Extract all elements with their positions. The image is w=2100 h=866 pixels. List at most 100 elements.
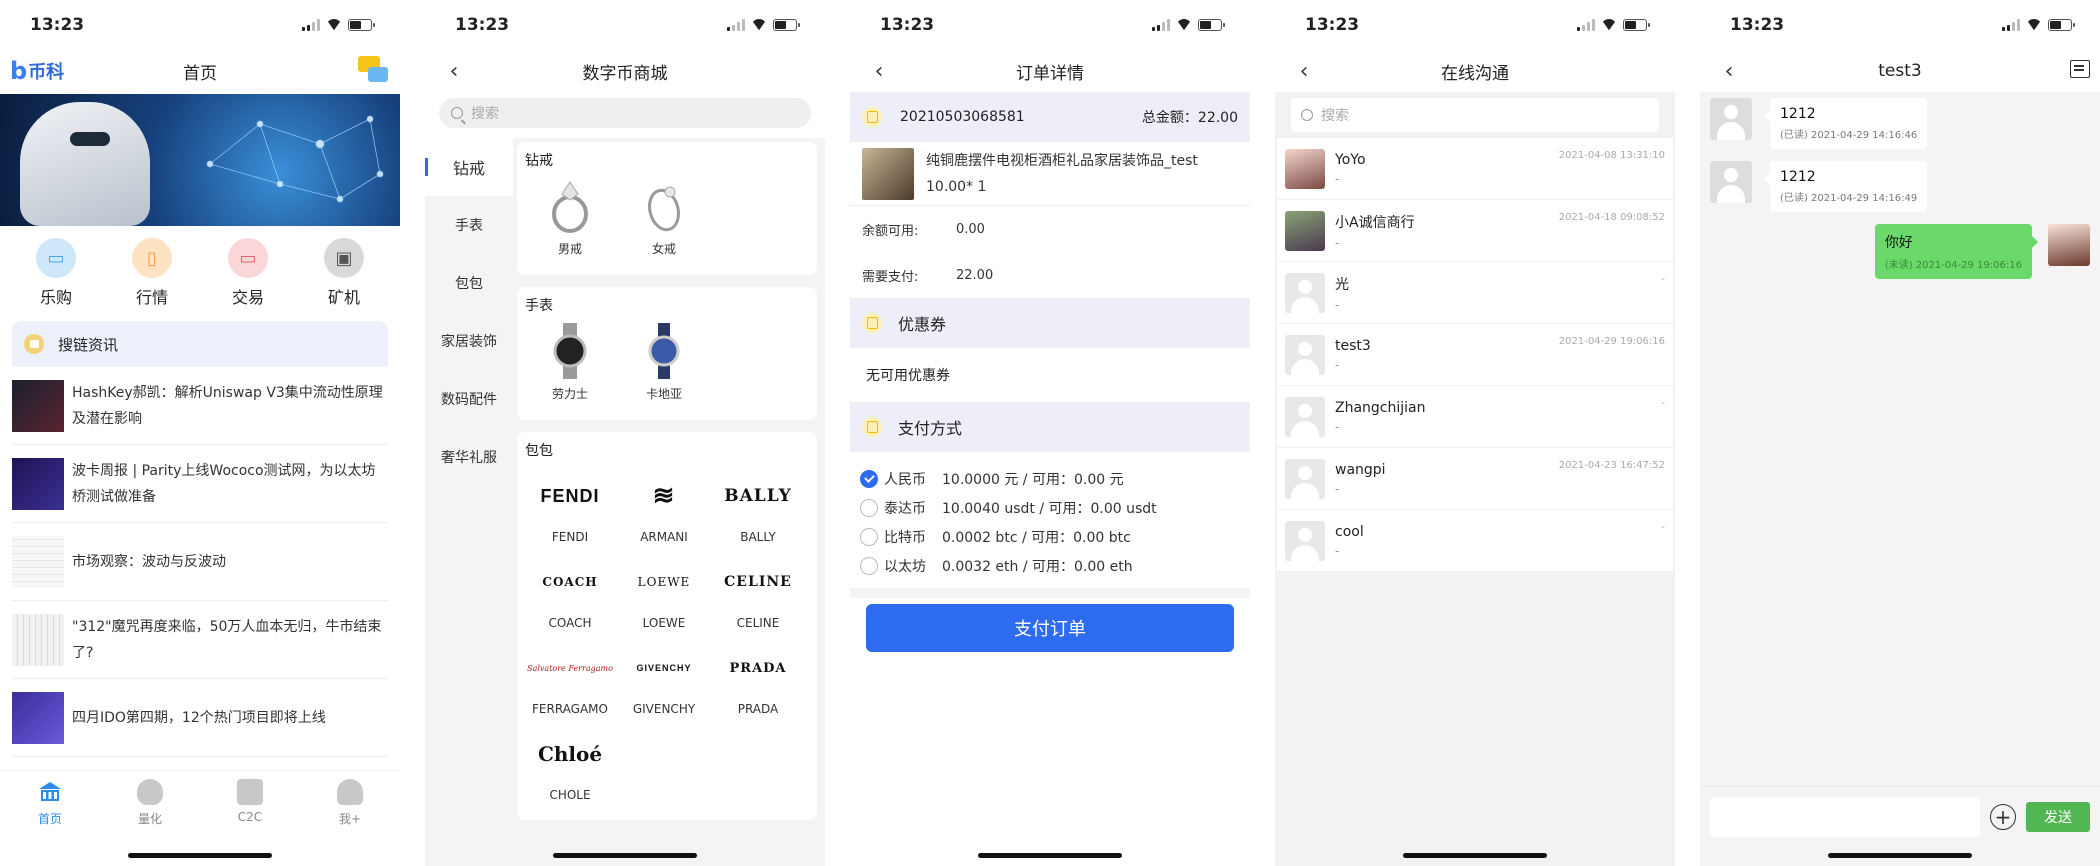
radio-checked[interactable] (860, 469, 878, 488)
product-item[interactable]: 女戒 (617, 176, 711, 257)
payment-options: 人民币 10.0000 元 / 可用：0.00 元 泰达币 10.0040 usdt… (850, 452, 1250, 598)
section-rings: 钻戒 男戒 女戒 (517, 142, 817, 275)
brand-ferragamo[interactable]: Salvatore Ferragamo FERRAGAMO (523, 638, 617, 717)
brand-celine[interactable]: CELINE CELINE (711, 552, 805, 630)
news-item[interactable]: HashKey郝凯：解析Uniswap V3集中流动性原理及潜在影响 (12, 367, 388, 445)
tab-me[interactable]: 我+ (320, 779, 380, 866)
message-icon[interactable] (358, 56, 388, 82)
section-watches: 手表 劳力士 卡地亚 (517, 287, 817, 420)
brand-logo: Chloé (537, 742, 603, 766)
contact-row[interactable]: cool - - (1277, 510, 1673, 572)
page-title: 订单详情 (1016, 63, 1084, 84)
avatar (1285, 520, 1325, 561)
bottom-tab-bar: 首页 量化 C2C 我+ (0, 770, 400, 866)
pay-option-eth[interactable]: 以太坊 0.0032 eth / 可用：0.00 eth (860, 551, 1240, 580)
status-bar: 13:23 (1275, 0, 1675, 50)
status-time: 13:23 (1730, 15, 1785, 35)
message-bubble[interactable]: 1212 (已读) 2021-04-29 14:16:49 (1763, 161, 1928, 212)
product-item[interactable]: 卡地亚 (617, 321, 711, 402)
pay-option-cny[interactable]: 人民币 10.0000 元 / 可用：0.00 元 (860, 464, 1240, 493)
pay-order-button[interactable]: 支付订单 (866, 604, 1234, 652)
brand-chloe[interactable]: Chloé CHOLE (523, 724, 617, 802)
contact-row[interactable]: YoYo -2021-04-08 13:31:10 (1277, 138, 1673, 200)
news-item[interactable]: 波卡周报 | Parity上线Wococo测试网，为以太坊桥测试做准备 (12, 445, 388, 523)
order-number: 20210503068581 (900, 109, 1025, 125)
battery-icon (348, 19, 375, 31)
category-bags[interactable]: 包包 (425, 254, 513, 312)
brand-armani[interactable]: ≋ ARMANI (617, 466, 711, 544)
radio-unchecked[interactable] (860, 556, 878, 575)
contact-row[interactable]: wangpi -2021-04-23 16:47:52 (1277, 448, 1673, 510)
monitor-icon: ▭ (36, 238, 76, 278)
search-input[interactable]: 搜索 (1291, 98, 1659, 132)
category-luxury-dress[interactable]: 奢华礼服 (425, 428, 513, 486)
avatar (1285, 396, 1325, 437)
product-item[interactable]: 劳力士 (523, 321, 617, 402)
brand-loewe[interactable]: LOEWE LOEWE (617, 552, 711, 630)
category-rings[interactable]: 钻戒 (425, 138, 513, 196)
section-title: 钻戒 (525, 153, 553, 169)
news-item[interactable]: "312"魔咒再度来临，50万人血本无归，牛市结束了? (12, 601, 388, 679)
brand-logo: Salvatore Ferragamo (527, 663, 613, 673)
brand-bally[interactable]: BALLY BALLY (711, 466, 805, 544)
category-watches[interactable]: 手表 (425, 196, 513, 254)
pay-option-usdt[interactable]: 泰达币 10.0040 usdt / 可用：0.00 usdt (860, 493, 1240, 522)
back-icon[interactable]: ‹ (1714, 50, 1744, 92)
contact-row[interactable]: 小A诚信商行 -2021-04-18 09:08:52 (1277, 200, 1673, 262)
radio-unchecked[interactable] (860, 498, 878, 517)
search-icon (451, 107, 463, 119)
back-icon[interactable]: ‹ (864, 50, 894, 92)
message-input[interactable] (1710, 797, 1980, 837)
brand-logo: CELINE (724, 574, 792, 590)
news-header: 搜链资讯 (12, 321, 388, 367)
avatar (1285, 334, 1325, 375)
order-product[interactable]: 纯铜鹿摆件电视柜酒柜礼品家居装饰品_test 10.00* 1 (850, 142, 1250, 206)
signal-icon (2002, 19, 2020, 31)
signal-icon (1577, 19, 1595, 31)
category-digital[interactable]: 数码配件 (425, 370, 513, 428)
ring-icon (552, 181, 588, 233)
quick-trade[interactable]: ▭ 交易 (208, 238, 288, 321)
contact-row[interactable]: Zhangchijian - - (1277, 386, 1673, 448)
contact-row[interactable]: 光-- (1277, 262, 1673, 324)
news-item[interactable]: 市场观察：波动与反波动 (12, 523, 388, 601)
product-item[interactable]: 男戒 (523, 176, 617, 257)
home-banner[interactable] (0, 94, 400, 226)
payment-header: 支付方式 (850, 402, 1250, 452)
search-input[interactable]: 搜索 (439, 98, 811, 128)
brand-fendi[interactable]: FENDI FENDI (523, 466, 617, 545)
quick-shop[interactable]: ▭ 乐购 (16, 238, 96, 321)
eagle-logo-icon: ≋ (652, 481, 676, 511)
brand-prada[interactable]: PRADA PRADA (711, 638, 805, 717)
home-screen: 13:23 b 币科 首页 ▭ 乐购 ▯ 行情 ▭ 交易 ▣ 矿机 搜链资讯 H… (0, 0, 400, 866)
back-icon[interactable]: ‹ (1289, 50, 1319, 92)
quick-miner[interactable]: ▣ 矿机 (304, 238, 384, 321)
flame-icon (137, 779, 163, 805)
contact-row[interactable]: test3-2021-04-29 19:06:16 (1277, 324, 1673, 386)
brand-logo: FENDI (540, 485, 600, 506)
category-home-decor[interactable]: 家居装饰 (425, 312, 513, 370)
tab-home[interactable]: 首页 (20, 779, 80, 866)
add-icon[interactable]: + (1990, 804, 2016, 830)
brand-coach[interactable]: COACH COACH (523, 552, 617, 630)
send-button[interactable]: 发送 (2026, 802, 2090, 832)
status-bar: 13:23 (425, 0, 825, 50)
brand-givenchy[interactable]: GIVENCHY GIVENCHY (617, 638, 711, 716)
news-thumbnail (12, 379, 64, 432)
coupon-empty[interactable]: 无可用优惠券 (850, 348, 1250, 402)
news-item[interactable]: 四月IDO第四期，12个热门项目即将上线 (12, 679, 388, 757)
brand-logo: GIVENCHY (636, 663, 692, 673)
news-icon (24, 334, 44, 354)
card-menu-icon[interactable] (2070, 60, 2090, 78)
quick-market[interactable]: ▯ 行情 (112, 238, 192, 321)
message-bubble[interactable]: 1212 (已读) 2021-04-29 14:16:46 (1763, 98, 1928, 149)
message-bubble[interactable]: 你好 (未读) 2021-04-29 19:06:16 (1874, 224, 2039, 279)
category-sidebar: 钻戒 手表 包包 家居装饰 数码配件 奢华礼服 (425, 138, 513, 866)
home-indicator (978, 853, 1122, 858)
order-navbar: ‹ 订单详情 (850, 50, 1250, 92)
balance-row: 余额可用: 0.00 (862, 221, 985, 239)
pay-option-btc[interactable]: 比特币 0.0002 btc / 可用：0.00 btc (860, 522, 1240, 551)
battery-icon (2048, 19, 2075, 31)
radio-unchecked[interactable] (860, 527, 878, 546)
back-icon[interactable]: ‹ (439, 50, 469, 92)
